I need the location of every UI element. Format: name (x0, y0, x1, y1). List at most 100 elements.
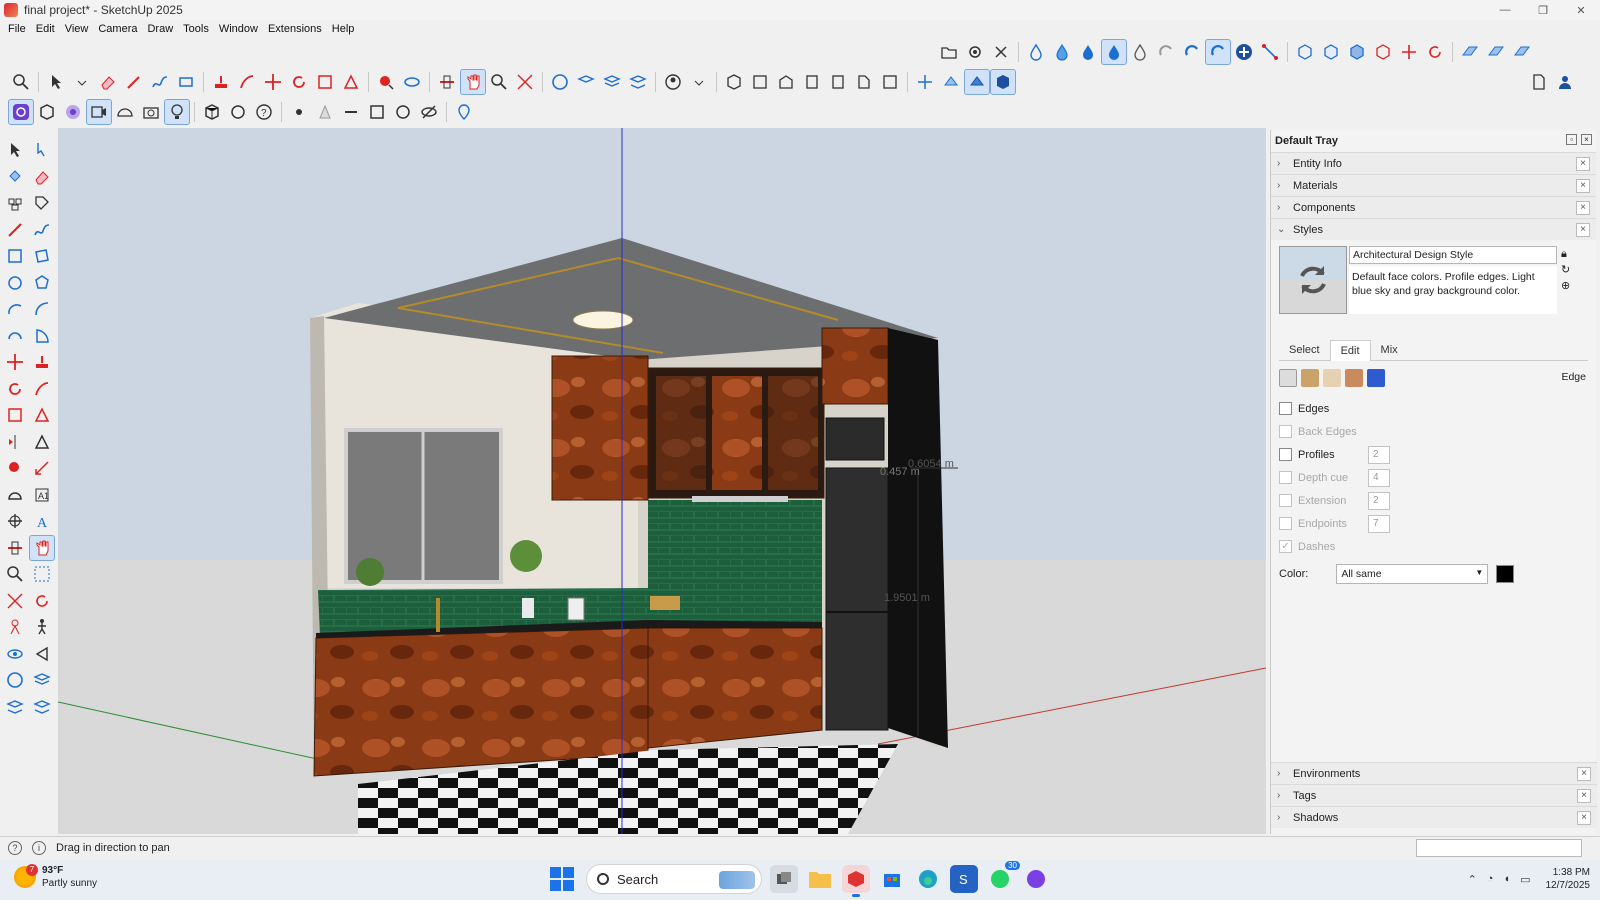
kitchen-scene[interactable] (58, 128, 1266, 834)
lock-icon[interactable]: 🔒︎ (1561, 248, 1573, 260)
settings-gear-icon[interactable] (963, 40, 987, 64)
shade-cube-icon[interactable] (990, 69, 1016, 95)
walk-icon[interactable] (939, 70, 963, 94)
zoom-tool-icon[interactable] (487, 70, 511, 94)
connect-points-icon[interactable] (1258, 40, 1282, 64)
drop-half-icon[interactable] (1050, 40, 1074, 64)
close-x-icon[interactable] (989, 40, 1013, 64)
panel-materials[interactable]: › Materials × (1271, 174, 1596, 196)
sound-triangle-icon[interactable] (30, 642, 54, 666)
3d-warehouse-icon[interactable] (548, 70, 572, 94)
style-name-field[interactable]: Architectural Design Style (1349, 246, 1557, 264)
add-circle-icon[interactable] (1232, 40, 1256, 64)
warehouse-globe-icon[interactable] (3, 668, 27, 692)
hexagon-shade-icon[interactable] (1319, 40, 1343, 64)
edge-color-swatch[interactable] (1496, 565, 1515, 583)
style-thumbnail[interactable] (1279, 246, 1347, 314)
square-icon[interactable] (365, 100, 389, 124)
push-pull-icon[interactable] (209, 70, 233, 94)
arc-tool-icon[interactable] (3, 297, 27, 321)
drop-striped-icon[interactable] (1128, 40, 1152, 64)
purple-app-icon[interactable] (1022, 865, 1050, 893)
option-edges[interactable]: Edges (1279, 397, 1588, 420)
cone-icon[interactable] (313, 100, 337, 124)
hide-eye-icon[interactable] (417, 100, 441, 124)
menu-tools[interactable]: Tools (183, 23, 209, 35)
style-description-field[interactable]: Default face colors. Profile edges. Ligh… (1349, 266, 1557, 314)
user-profile-icon[interactable] (1553, 70, 1577, 94)
edges-checkbox[interactable] (1279, 402, 1292, 415)
face-settings-icon[interactable] (1301, 369, 1319, 387)
left-view-icon[interactable] (852, 70, 876, 94)
tab-select[interactable]: Select (1279, 340, 1330, 360)
rotate-red-icon[interactable] (1423, 40, 1447, 64)
move-tool-icon[interactable] (3, 350, 27, 374)
drop-outline-icon[interactable] (1024, 40, 1048, 64)
create-style-icon[interactable]: ⊕ (1561, 280, 1573, 292)
wifi-icon[interactable]: ◔ (1487, 873, 1494, 885)
iso-view-icon[interactable] (722, 70, 746, 94)
panel-close-icon[interactable]: × (1576, 179, 1590, 193)
drop-active-icon[interactable] (1101, 39, 1127, 65)
panel-environments[interactable]: › Environments × (1271, 762, 1597, 784)
component-cube-icon[interactable] (200, 100, 224, 124)
rectangle-icon[interactable] (3, 244, 27, 268)
panel-tags[interactable]: › Tags × (1271, 784, 1597, 806)
flip-tool-icon[interactable] (3, 430, 27, 454)
stack-icon[interactable] (600, 70, 624, 94)
three-point-arc-icon[interactable] (3, 324, 27, 348)
pan-tool-icon[interactable] (29, 534, 55, 561)
layer-stack-2-icon[interactable] (30, 695, 54, 719)
tab-mix[interactable]: Mix (1371, 340, 1408, 360)
tag-tool-icon[interactable] (30, 191, 54, 215)
gear-outline-icon[interactable] (226, 100, 250, 124)
panel-components[interactable]: › Components × (1271, 196, 1596, 218)
look-around-icon[interactable] (964, 69, 990, 95)
text-tool-icon[interactable]: A1 (30, 483, 54, 507)
magnet-active-icon[interactable] (1205, 39, 1231, 65)
offset-tool-icon[interactable] (30, 403, 54, 427)
offset-icon[interactable] (339, 70, 363, 94)
zoom-window-icon[interactable] (30, 562, 54, 586)
circle-icon[interactable] (391, 100, 415, 124)
task-view-icon[interactable] (770, 865, 798, 893)
system-clock[interactable]: 1:38 PM 12/7/2025 (1546, 866, 1591, 892)
top-view-icon[interactable] (748, 70, 772, 94)
zoom-search-icon[interactable] (9, 70, 33, 94)
orbit-icon[interactable] (400, 70, 424, 94)
axes-tool-icon[interactable] (3, 509, 27, 533)
weather-widget[interactable]: 7 93°F Partly sunny (14, 864, 97, 890)
panel-shadows[interactable]: › Shadows × (1271, 806, 1597, 828)
hexagon-fill-icon[interactable] (1345, 40, 1369, 64)
model-viewport[interactable]: 0.6054 m 0.457 m 1.9501 m (58, 128, 1266, 834)
freehand-tool-icon[interactable] (30, 218, 54, 242)
line-icon[interactable] (339, 100, 363, 124)
menu-draw[interactable]: Draw (147, 23, 173, 35)
restore-button[interactable]: ❐ (1524, 0, 1562, 20)
menu-camera[interactable]: Camera (98, 23, 137, 35)
background-settings-icon[interactable] (1323, 369, 1341, 387)
eraser-icon[interactable] (96, 70, 120, 94)
back-view-icon[interactable] (826, 70, 850, 94)
folder-icon[interactable] (937, 40, 961, 64)
edge-color-select[interactable]: All same ▼ (1336, 564, 1489, 584)
tray-close-icon[interactable]: × (1581, 134, 1592, 145)
layers-icon[interactable] (574, 70, 598, 94)
pencil-line-icon[interactable] (122, 70, 146, 94)
previous-view-icon[interactable] (30, 589, 54, 613)
account-icon[interactable] (661, 70, 685, 94)
paint-bucket-icon[interactable] (3, 165, 27, 189)
look-around-eye-icon[interactable] (3, 642, 27, 666)
dot-icon[interactable] (287, 100, 311, 124)
volume-icon[interactable]: ◖ (1503, 873, 1510, 885)
panel-entity-info[interactable]: › Entity Info × (1271, 152, 1596, 174)
front-view-icon[interactable] (774, 70, 798, 94)
grid-plane-icon[interactable] (1458, 40, 1482, 64)
zoom-extents-left-icon[interactable] (3, 589, 27, 613)
rotate-icon[interactable] (287, 70, 311, 94)
close-button[interactable]: ✕ (1562, 0, 1600, 20)
panel-close-icon[interactable]: × (1576, 201, 1590, 215)
follow-me-icon[interactable] (235, 70, 259, 94)
two-point-arc-icon[interactable] (30, 297, 54, 321)
section-tool-icon[interactable] (3, 536, 27, 560)
